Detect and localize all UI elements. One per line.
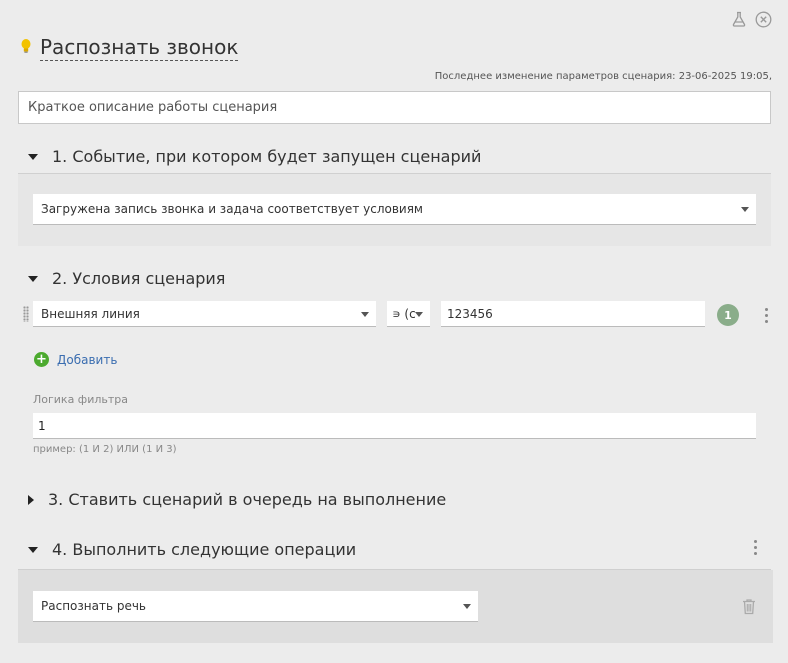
scenario-title[interactable]: Распознать звонок xyxy=(40,35,239,61)
condition-value-input[interactable]: 123456 xyxy=(441,301,705,327)
operation-select[interactable]: Распознать речь xyxy=(33,591,478,622)
close-icon[interactable] xyxy=(754,10,772,28)
condition-field-select[interactable]: Внешняя линия xyxy=(33,301,376,327)
section-2-header[interactable]: 2. Условия сценария xyxy=(28,269,225,288)
section-4-header[interactable]: 4. Выполнить следующие операции xyxy=(28,540,356,559)
lightbulb-icon xyxy=(20,38,32,58)
drag-handle-icon[interactable] xyxy=(23,306,29,322)
section-3-header[interactable]: 3. Ставить сценарий в очередь на выполне… xyxy=(28,490,446,509)
event-select-value: Загружена запись звонка и задача соответ… xyxy=(41,202,423,216)
filter-logic-hint: пример: (1 И 2) ИЛИ (1 И 3) xyxy=(33,444,177,455)
condition-operator-select[interactable]: ∍ (с xyxy=(387,301,430,327)
section-2-title: 2. Условия сценария xyxy=(52,269,226,288)
section-1-header[interactable]: 1. Событие, при котором будет запущен сц… xyxy=(28,147,481,166)
condition-field-value: Внешняя линия xyxy=(41,306,140,321)
chevron-down-icon xyxy=(741,207,749,212)
description-input[interactable]: Краткое описание работы сценария xyxy=(18,91,771,124)
title-row: Распознать звонок xyxy=(20,35,239,61)
filter-logic-value: 1 xyxy=(38,418,46,433)
section-4-title: 4. Выполнить следующие операции xyxy=(52,540,357,559)
plus-icon: + xyxy=(34,352,49,367)
add-condition-label: Добавить xyxy=(57,352,118,367)
chevron-down-icon xyxy=(415,311,423,317)
operation-select-value: Распознать речь xyxy=(41,599,146,613)
filter-logic-label: Логика фильтра xyxy=(33,393,129,406)
chevron-down-icon xyxy=(463,604,471,609)
flask-icon[interactable] xyxy=(730,10,748,28)
trash-icon[interactable] xyxy=(741,598,757,619)
collapse-arrow-icon xyxy=(28,153,38,160)
condition-operator-value: ∍ (с xyxy=(392,306,416,321)
expand-arrow-icon xyxy=(28,494,34,505)
add-condition-button[interactable]: + Добавить xyxy=(34,352,117,367)
section-1-title: 1. Событие, при котором будет запущен сц… xyxy=(52,147,482,166)
window-controls xyxy=(730,10,772,28)
condition-number-badge: 1 xyxy=(717,304,739,326)
condition-value: 123456 xyxy=(447,306,493,321)
condition-menu-icon[interactable] xyxy=(763,308,769,323)
section-3-title: 3. Ставить сценарий в очередь на выполне… xyxy=(48,490,447,509)
collapse-arrow-icon xyxy=(28,546,38,553)
last-modified-text: Последнее изменение параметров сценария:… xyxy=(434,71,772,82)
event-select[interactable]: Загружена запись звонка и задача соответ… xyxy=(33,194,756,225)
collapse-arrow-icon xyxy=(28,275,38,282)
chevron-down-icon xyxy=(361,311,369,317)
filter-logic-input[interactable]: 1 xyxy=(33,413,756,439)
operations-menu-icon[interactable] xyxy=(752,540,758,555)
